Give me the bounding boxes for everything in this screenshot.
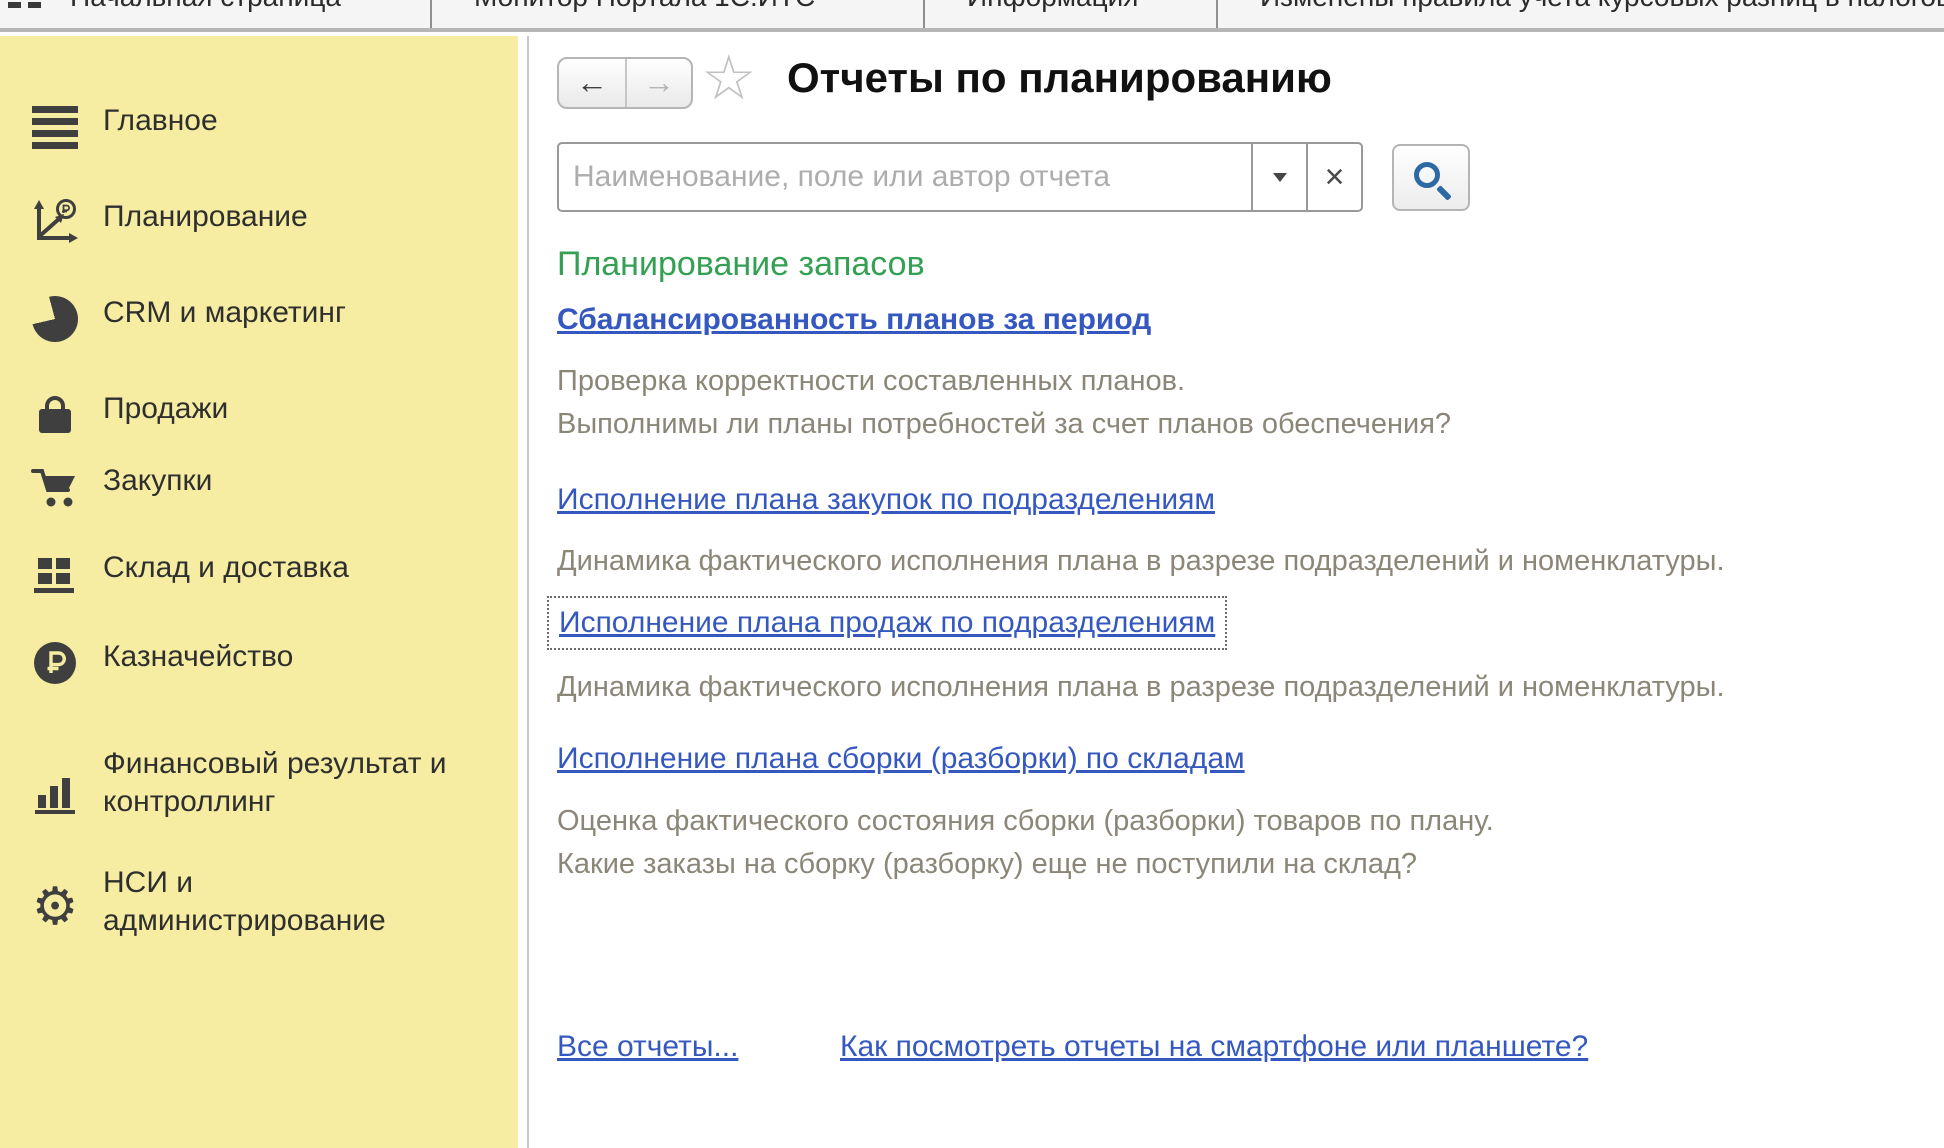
shopping-cart-icon [30, 462, 80, 512]
report-link-balanced-plans[interactable]: Сбалансированность планов за период [557, 303, 1151, 337]
mobile-reports-help-link[interactable]: Как посмотреть отчеты на смартфоне или п… [840, 1030, 1588, 1064]
focused-report-outline: Исполнение плана продаж по подразделения… [547, 596, 1227, 650]
sidebar-item-label: Склад и доставка [103, 549, 503, 587]
all-reports-link[interactable]: Все отчеты... [557, 1030, 738, 1064]
report-description: Динамика фактического исполнения плана в… [557, 666, 1725, 709]
back-button[interactable]: ← [559, 59, 625, 107]
report-description: Оценка фактического состояния сборки (ра… [557, 800, 1494, 886]
tab-information[interactable]: Информация [925, 0, 1218, 32]
search-input[interactable] [559, 144, 1251, 210]
sidebar-nav: Главное Планирование CRM и маркетинг [0, 36, 518, 1148]
sidebar-item-label: Продажи [103, 390, 503, 428]
tab-label: Монитор Портала 1С:ИТС [432, 0, 923, 12]
close-icon: × [1325, 160, 1345, 194]
tab-news-item[interactable]: Изменены правила учета курсовых разниц в… [1218, 0, 1944, 32]
menu-icon [30, 102, 80, 152]
search-box: × [557, 142, 1363, 212]
sidebar-item-label: Финансовый результат и контроллинг [103, 745, 503, 821]
sidebar-item-label: Казначейство [103, 638, 503, 676]
search-dropdown-button[interactable] [1251, 144, 1306, 210]
sidebar-item-label: CRM и маркетинг [103, 294, 503, 332]
tab-home-page[interactable]: Начальная страница [0, 0, 432, 32]
tab-label: Изменены правила учета курсовых разниц в… [1218, 0, 1944, 12]
sidebar-item-label: Закупки [103, 462, 503, 500]
favorite-star-icon[interactable]: ☆ [701, 46, 757, 110]
forward-button[interactable]: → [625, 59, 691, 107]
app-window: Начальная страница Монитор Портала 1С:ИТ… [0, 0, 1944, 1148]
home-icon [8, 2, 48, 10]
pie-chart-icon [30, 294, 80, 344]
search-button[interactable] [1392, 144, 1470, 211]
ruble-coin-icon [30, 638, 80, 688]
search-icon [1414, 162, 1440, 188]
shopping-bag-icon [30, 390, 80, 440]
tab-label: Информация [925, 0, 1216, 12]
search-clear-button[interactable]: × [1306, 144, 1361, 210]
history-nav-group: ← → [557, 57, 693, 109]
planning-chart-icon [30, 198, 80, 248]
report-link-assembly-plan[interactable]: Исполнение плана сборки (разборки) по ск… [557, 742, 1245, 776]
chevron-down-icon [1273, 173, 1287, 182]
sidebar-item-label: Главное [103, 102, 503, 140]
main-content: ← → ☆ Отчеты по планированию × Планирова… [529, 36, 1944, 1148]
bar-chart-icon [30, 767, 80, 817]
section-heading: Планирование запасов [557, 245, 925, 284]
page-title: Отчеты по планированию [787, 54, 1332, 102]
tab-portal-monitor[interactable]: Монитор Портала 1С:ИТС [432, 0, 925, 32]
report-link-sales-plan[interactable]: Исполнение плана продаж по подразделения… [559, 606, 1215, 640]
report-description: Динамика фактического исполнения плана в… [557, 540, 1725, 583]
tab-label: Начальная страница [0, 0, 430, 12]
gear-icon: ⚙ [30, 882, 80, 932]
report-link-purchase-plan[interactable]: Исполнение плана закупок по подразделени… [557, 483, 1215, 517]
tab-bar: Начальная страница Монитор Портала 1С:ИТ… [0, 0, 1944, 32]
sidebar-item-label: Планирование [103, 198, 503, 236]
warehouse-icon [30, 549, 80, 599]
sidebar-item-label: НСИ и администрирование [103, 864, 433, 940]
report-description: Проверка корректности составленных плано… [557, 360, 1451, 446]
